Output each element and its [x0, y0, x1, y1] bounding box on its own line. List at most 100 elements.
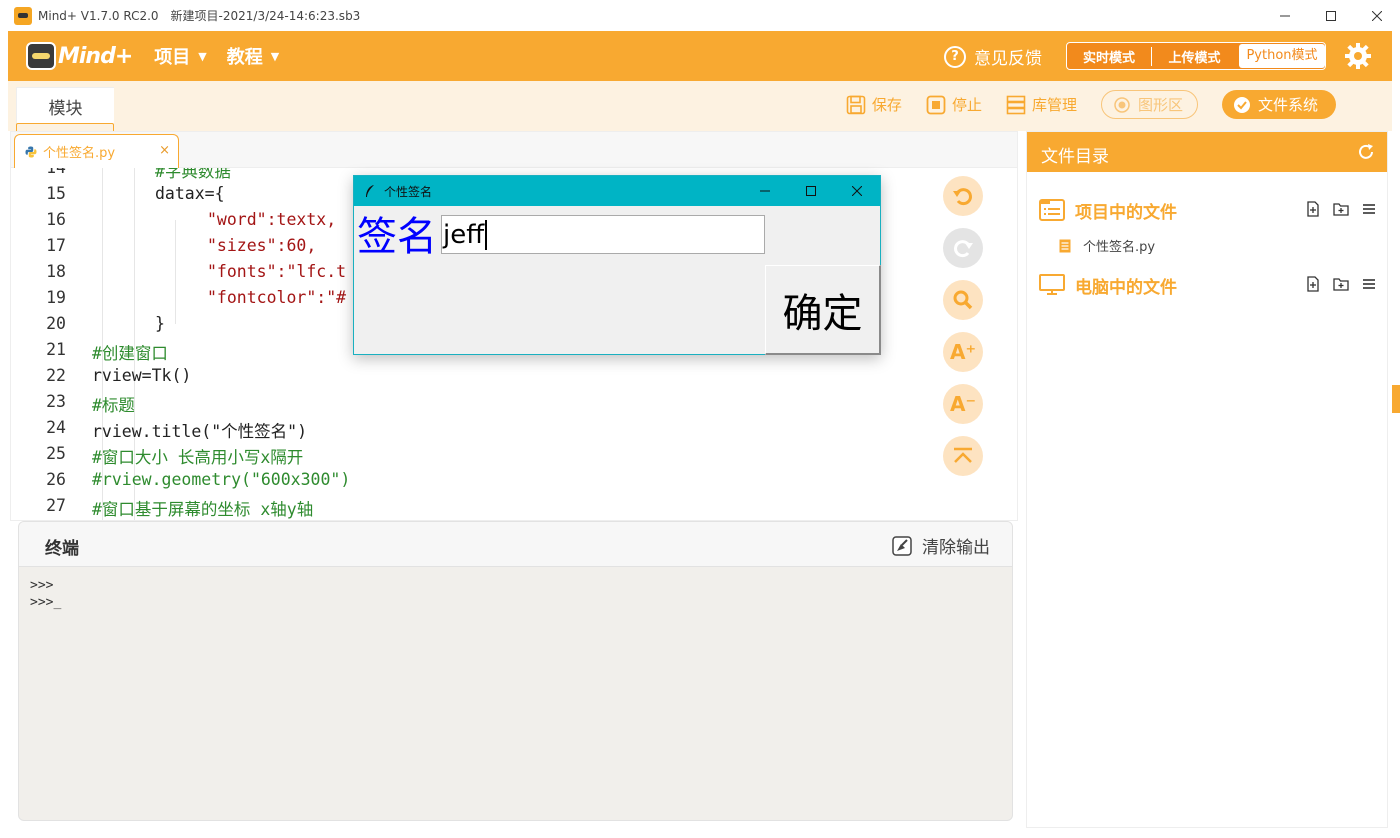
new-file-button[interactable] [1303, 274, 1323, 294]
settings-button[interactable] [1344, 42, 1372, 70]
line-number: 15 [46, 184, 66, 203]
project-files-section[interactable]: 项目中的文件 [1039, 196, 1379, 224]
minimize-button[interactable] [1262, 0, 1308, 31]
code-text: rview=Tk() [92, 366, 192, 385]
font-increase-icon: A⁺ [949, 340, 977, 364]
search-button[interactable] [943, 280, 983, 320]
menu-tutorial[interactable]: 教程 ▼ [227, 43, 279, 69]
file-tab[interactable]: 个性签名.py × [14, 134, 179, 168]
code-text: "fonts":"lfc.t [207, 262, 347, 281]
line-number: 18 [46, 262, 66, 281]
project-file-name: 个性签名.py [1083, 240, 1156, 255]
line-number: 26 [46, 470, 66, 489]
new-folder-button[interactable] [1331, 274, 1351, 294]
close-icon [1372, 10, 1382, 21]
code-text: #标题 [92, 396, 135, 415]
close-button[interactable] [1354, 0, 1400, 31]
save-icon [846, 95, 866, 114]
confirm-button[interactable]: 确定 [765, 265, 881, 355]
line-number: 21 [46, 340, 66, 359]
new-folder-icon [1333, 278, 1349, 291]
signature-label: 签名 [357, 214, 437, 260]
tab-blocks[interactable]: 模块 [16, 87, 114, 125]
search-icon [953, 290, 973, 310]
signature-input-value: jeff [443, 219, 485, 250]
caret-down-icon: ▼ [198, 49, 207, 63]
menu-button[interactable] [1359, 199, 1379, 219]
close-icon [852, 186, 862, 196]
code-text: } [155, 314, 165, 333]
mode-switch: 实时模式 上传模式 Python模式 [1066, 42, 1326, 70]
menu-button[interactable] [1359, 274, 1379, 294]
stop-button[interactable]: 停止 [926, 94, 982, 115]
line-number: 16 [46, 210, 66, 229]
new-folder-icon [1333, 203, 1349, 216]
line-number: 27 [46, 496, 66, 515]
caret-down-icon: ▼ [270, 49, 280, 63]
font-decrease-icon: A⁻ [949, 392, 977, 416]
line-number: 25 [46, 444, 66, 463]
dialog-titlebar[interactable]: 个性签名 [354, 176, 880, 206]
code-line: 22 rview=Tk() [11, 366, 911, 392]
app-version: Mind+ V1.7.0 RC2.0 [38, 9, 159, 23]
code-text: #rview.geometry("600x300") [92, 470, 351, 489]
new-file-icon [1307, 276, 1319, 292]
library-button[interactable]: 库管理 [1006, 94, 1077, 115]
graphics-button[interactable]: 图形区 [1100, 90, 1198, 119]
filesystem-button[interactable]: 文件系统 [1221, 90, 1336, 119]
computer-files-actions [1295, 274, 1379, 294]
window-title: Mind+ V1.7.0 RC2.0 新建项目-2021/3/24-14:6:23… [38, 7, 372, 24]
line-number: 14 [11, 168, 66, 177]
project-file-item[interactable]: 个性签名.py [1059, 236, 1155, 255]
stop-icon [926, 95, 946, 114]
feedback-button[interactable]: ? 意见反馈 [944, 44, 1042, 69]
dialog-minimize-button[interactable] [742, 176, 788, 206]
new-file-button[interactable] [1303, 199, 1323, 219]
code-line: 27 #窗口基于屏幕的坐标 x轴y轴 [11, 496, 911, 520]
signature-input[interactable]: jeff [441, 215, 765, 254]
project-filename: 新建项目-2021/3/24-14:6:23.sb3 [170, 9, 361, 23]
save-label: 保存 [871, 96, 902, 114]
main-menu: 项目 ▼ 教程 ▼ [154, 43, 299, 69]
mindplus-logo: Mind+ [26, 42, 133, 70]
mode-realtime[interactable]: 实时模式 [1067, 47, 1151, 66]
code-line: 25 #窗口大小 长高用小写x隔开 [11, 444, 911, 470]
code-line: 24 rview.title("个性签名") [11, 418, 911, 444]
redo-icon [954, 240, 973, 258]
save-button[interactable]: 保存 [846, 94, 902, 115]
refresh-icon[interactable] [1357, 143, 1375, 161]
clear-output-button[interactable]: 清除输出 [892, 533, 990, 558]
dialog-maximize-button[interactable] [788, 176, 834, 206]
new-folder-button[interactable] [1331, 199, 1351, 219]
close-tab-icon[interactable]: × [159, 143, 170, 158]
code-text: "fontcolor":"# [207, 288, 347, 307]
code-text: #创建窗口 [92, 344, 168, 363]
computer-files-section[interactable]: 电脑中的文件 [1039, 271, 1379, 299]
code-text: #窗口大小 长高用小写x隔开 [92, 448, 304, 467]
undo-icon [953, 188, 972, 206]
computer-files-label: 电脑中的文件 [1075, 277, 1177, 298]
list-folder-icon [1039, 199, 1065, 221]
undo-button[interactable] [943, 176, 983, 216]
maximize-button[interactable] [1308, 0, 1354, 31]
mode-python[interactable]: Python模式 [1239, 44, 1325, 68]
check-circle-icon [1233, 96, 1250, 113]
hamburger-icon [1363, 279, 1375, 289]
gear-icon [1345, 43, 1371, 69]
scroll-top-button[interactable] [943, 436, 983, 476]
code-line: 26 #rview.geometry("600x300") [11, 470, 911, 496]
dialog-close-button[interactable] [834, 176, 880, 206]
file-icon [1059, 239, 1071, 252]
mode-upload[interactable]: 上传模式 [1151, 46, 1237, 66]
terminal-line: >>> [30, 578, 54, 593]
project-files-label: 项目中的文件 [1075, 202, 1177, 223]
terminal-output[interactable]: >>> >>>_ [19, 567, 1012, 621]
library-label: 库管理 [1031, 96, 1077, 114]
font-increase-button[interactable]: A⁺ [943, 332, 983, 372]
font-decrease-button[interactable]: A⁻ [943, 384, 983, 424]
menu-project[interactable]: 项目 ▼ [154, 43, 206, 69]
window-titlebar: Mind+ V1.7.0 RC2.0 新建项目-2021/3/24-14:6:23… [0, 0, 1400, 31]
library-icon [1006, 95, 1026, 114]
redo-button[interactable] [943, 228, 983, 268]
line-number: 23 [46, 392, 66, 411]
